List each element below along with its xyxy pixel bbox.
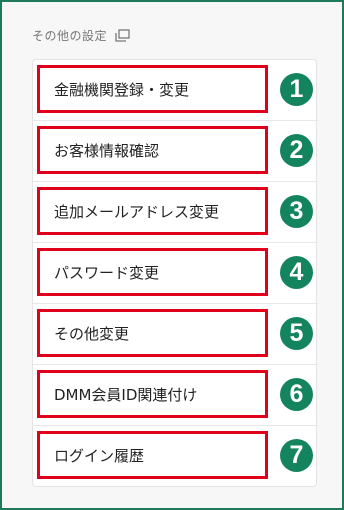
menu-row: 追加メールアドレス変更 3 [33,182,318,243]
menu-row: ログイン履歴 7 [33,426,318,487]
number-badge: 1 [280,73,313,106]
number-badge: 6 [280,378,313,411]
number-badge: 4 [280,256,313,289]
menu-item-bank-account[interactable]: 金融機関登録・変更 [37,65,268,113]
number-badge: 2 [280,134,313,167]
number-badge: 7 [280,439,313,472]
menu-row: パスワード変更 4 [33,243,318,304]
settings-menu-card: 金融機関登録・変更 1 お客様情報確認 2 追加メールアドレス変更 3 パスワー… [32,59,318,487]
menu-row: DMM会員ID関連付け 6 [33,365,318,426]
menu-item-dmm-link[interactable]: DMM会員ID関連付け [37,370,268,418]
copy-icon[interactable] [115,29,130,42]
menu-item-additional-email[interactable]: 追加メールアドレス変更 [37,187,268,235]
number-badge: 3 [280,195,313,228]
section-title: その他の設定 [32,29,108,43]
menu-item-customer-info[interactable]: お客様情報確認 [37,126,268,174]
number-badge: 5 [280,317,313,350]
menu-item-other-changes[interactable]: その他変更 [37,309,268,357]
menu-row: その他変更 5 [33,304,318,365]
menu-row: 金融機関登録・変更 1 [33,60,318,121]
menu-item-password[interactable]: パスワード変更 [37,248,268,296]
menu-item-login-history[interactable]: ログイン履歴 [37,431,268,479]
section-header: その他の設定 [32,27,130,44]
menu-row: お客様情報確認 2 [33,121,318,182]
panel-frame: その他の設定 金融機関登録・変更 1 お客様情報確認 2 追加メールアドレス変更… [0,0,344,510]
